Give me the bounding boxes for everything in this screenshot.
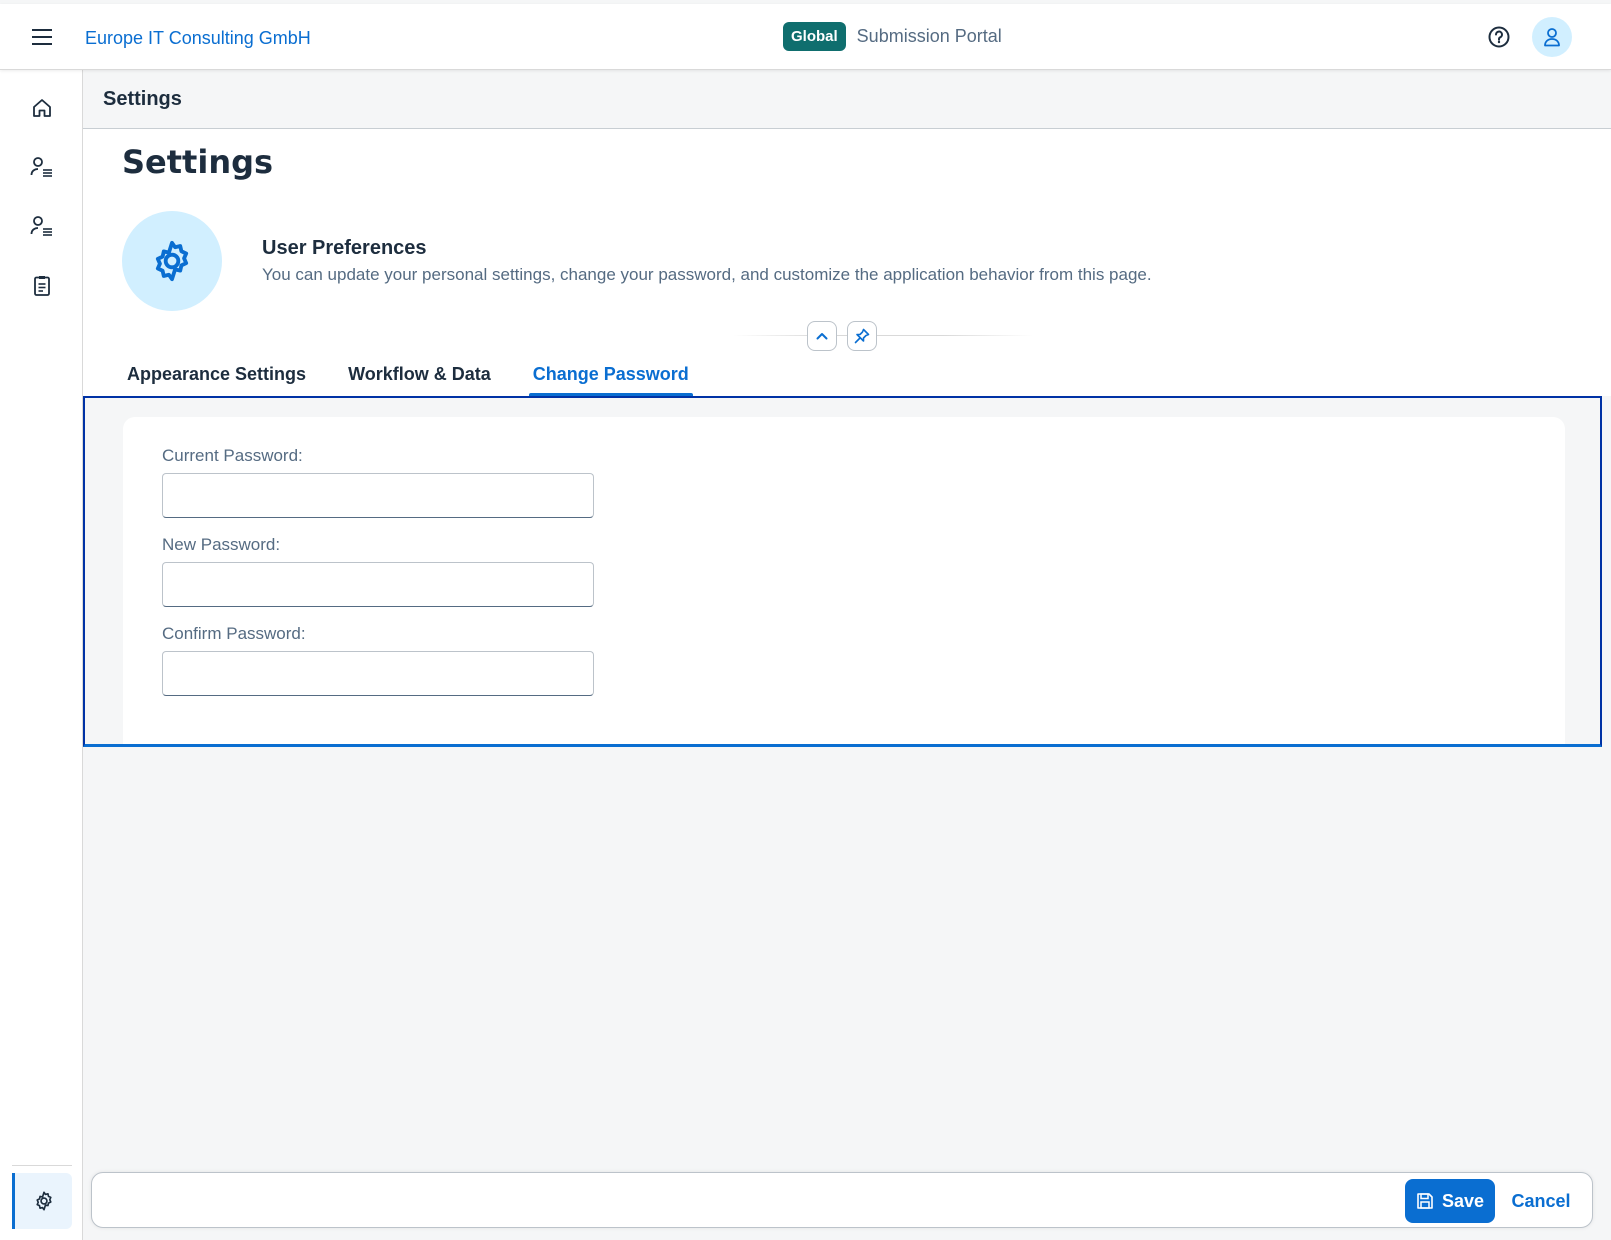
portal-title: Global Submission Portal bbox=[783, 22, 1002, 51]
home-icon bbox=[33, 99, 51, 117]
collapse-header-button[interactable] bbox=[807, 321, 837, 351]
tab-appearance-settings[interactable]: Appearance Settings bbox=[125, 353, 308, 396]
save-icon bbox=[1417, 1193, 1433, 1209]
user-avatar-button[interactable] bbox=[1532, 17, 1572, 57]
cancel-button[interactable]: Cancel bbox=[1507, 1179, 1575, 1223]
tab-workflow-data[interactable]: Workflow & Data bbox=[346, 353, 493, 396]
page-title: Settings bbox=[122, 143, 274, 181]
new-password-field[interactable] bbox=[162, 562, 594, 607]
page-title-bar: Settings bbox=[83, 70, 1611, 129]
change-password-section: Current Password: New Password: Confirm … bbox=[83, 396, 1602, 747]
chevron-up-icon bbox=[816, 333, 828, 340]
shell-header: Europe IT Consulting GmbH Global Submiss… bbox=[0, 4, 1611, 70]
confirm-password-label: Confirm Password: bbox=[162, 624, 306, 643]
header-avatar bbox=[122, 211, 222, 311]
user-list-icon bbox=[30, 216, 52, 236]
company-name-link[interactable]: Europe IT Consulting GmbH bbox=[85, 28, 311, 49]
environment-badge: Global bbox=[783, 22, 846, 51]
section-description: You can update your personal settings, c… bbox=[262, 265, 1152, 284]
new-password-label: New Password: bbox=[162, 535, 281, 554]
object-header: Settings User Preferences You can update… bbox=[83, 129, 1611, 396]
section-subtitle: User Preferences bbox=[262, 237, 427, 259]
clipboard-icon bbox=[34, 276, 50, 296]
user-list-icon bbox=[30, 157, 52, 177]
tab-change-password[interactable]: Change Password bbox=[528, 353, 693, 396]
footer-toolbar: Save Cancel bbox=[91, 1172, 1593, 1228]
side-navigation bbox=[0, 70, 83, 1240]
confirm-password-field[interactable] bbox=[162, 651, 594, 696]
nav-item-checklist[interactable] bbox=[12, 264, 72, 308]
save-button[interactable]: Save bbox=[1405, 1179, 1495, 1223]
current-password-field[interactable] bbox=[162, 473, 594, 518]
hamburger-menu-icon bbox=[32, 29, 52, 45]
portal-name: Submission Portal bbox=[856, 26, 1002, 46]
page-title-bar-label: Settings bbox=[103, 88, 182, 110]
gear-icon bbox=[155, 240, 189, 282]
nav-item-settings[interactable] bbox=[12, 1173, 72, 1229]
pin-header-button[interactable] bbox=[847, 321, 877, 351]
tab-bar: Appearance Settings Workflow & Data Chan… bbox=[125, 353, 729, 396]
gear-icon bbox=[35, 1191, 52, 1211]
help-button[interactable] bbox=[1484, 22, 1514, 52]
nav-item-user-list-1[interactable] bbox=[12, 145, 72, 189]
user-avatar-icon bbox=[1544, 28, 1560, 47]
nav-separator bbox=[12, 1165, 72, 1166]
pin-icon bbox=[854, 328, 870, 344]
header-divider bbox=[733, 335, 1033, 336]
hamburger-menu-button[interactable] bbox=[26, 21, 58, 53]
help-icon bbox=[1488, 26, 1510, 48]
nav-item-home[interactable] bbox=[12, 86, 72, 130]
save-button-label: Save bbox=[1441, 1190, 1485, 1211]
nav-item-user-list-2[interactable] bbox=[12, 204, 72, 248]
change-password-form: Current Password: New Password: Confirm … bbox=[123, 417, 1565, 744]
current-password-label: Current Password: bbox=[162, 446, 303, 465]
